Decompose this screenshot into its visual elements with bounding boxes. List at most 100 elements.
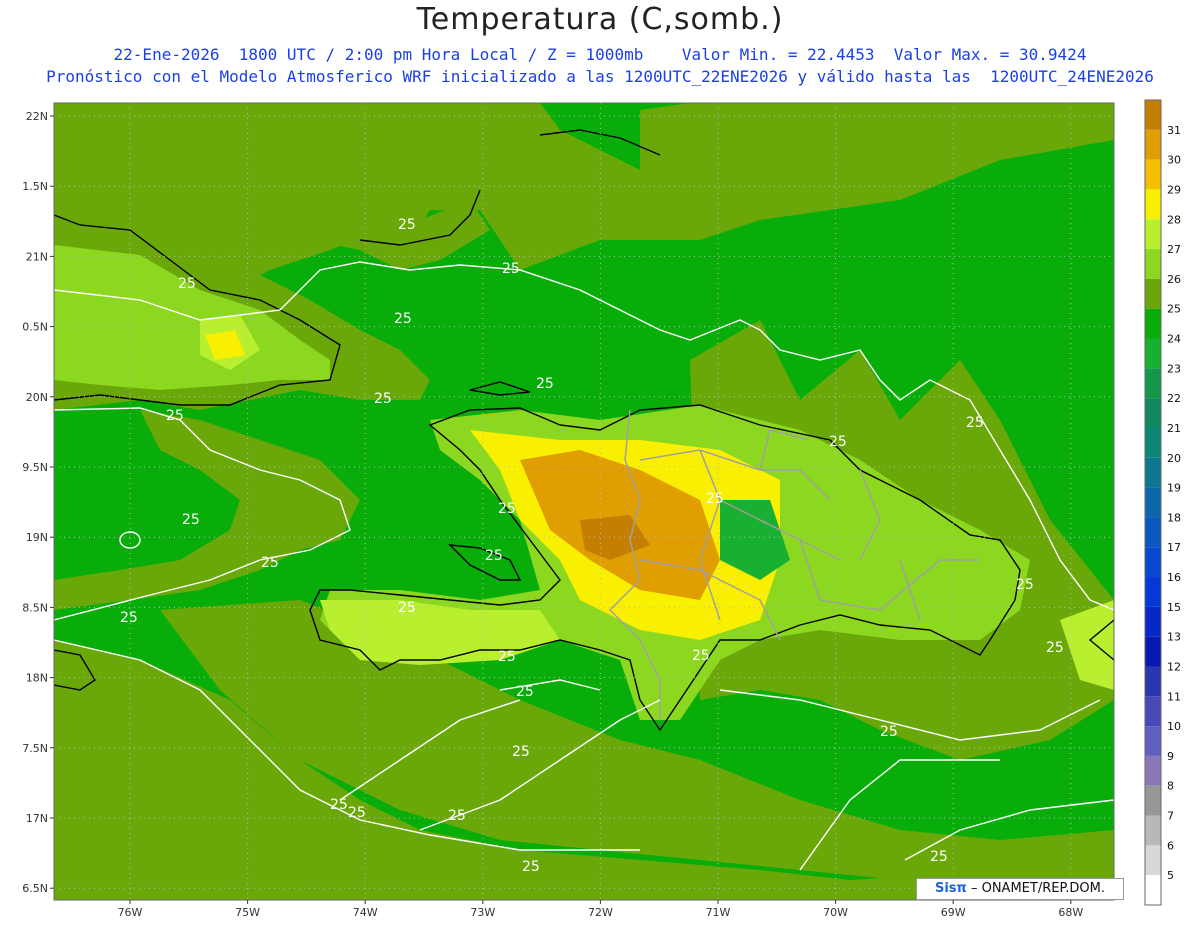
lon-label: 68W xyxy=(1058,906,1083,919)
lat-label: 18N xyxy=(26,672,48,685)
credit-text: – ONAMET/REP.DOM. xyxy=(970,881,1105,896)
lat-label: 17N xyxy=(26,812,48,825)
colorbar-swatch xyxy=(1145,338,1161,369)
colorbar-swatch xyxy=(1145,189,1161,220)
colorbar-swatch xyxy=(1145,100,1161,130)
lon-label: 76W xyxy=(118,906,143,919)
contour-label: 25 xyxy=(120,610,138,626)
colorbar-swatch xyxy=(1145,815,1161,846)
lon-label: 74W xyxy=(353,906,378,919)
lon-label: 72W xyxy=(588,906,613,919)
contour-label: 25 xyxy=(448,808,466,824)
colorbar-swatch xyxy=(1145,517,1161,548)
colorbar-label: 25 xyxy=(1167,303,1181,316)
contour-label: 25 xyxy=(1016,577,1034,593)
colorbar-label: 12 xyxy=(1167,660,1181,673)
lat-label: 21N xyxy=(26,250,48,263)
colorbar-label: 8 xyxy=(1167,780,1174,793)
lon-label: 70W xyxy=(823,906,848,919)
lat-label: 6.5N xyxy=(22,882,48,895)
colorbar-swatch xyxy=(1145,159,1161,190)
lat-label: 0.5N xyxy=(22,321,48,334)
colorbar-swatch xyxy=(1145,606,1161,637)
colorbar-swatch xyxy=(1145,845,1161,876)
colorbar-label: 26 xyxy=(1167,273,1181,286)
contour-label: 25 xyxy=(166,408,184,424)
contour-label: 25 xyxy=(512,744,530,760)
contour-label: 25 xyxy=(374,391,392,407)
colorbar-swatch xyxy=(1145,427,1161,458)
colorbar-label: 23 xyxy=(1167,362,1181,375)
colorbar-label: 18 xyxy=(1167,511,1181,524)
contour-label: 25 xyxy=(178,276,196,292)
colorbar-swatch xyxy=(1145,278,1161,309)
contour-label: 25 xyxy=(485,548,503,564)
colorbar-label: 13 xyxy=(1167,631,1181,644)
contour-label: 25 xyxy=(498,501,516,517)
colorbar-swatch xyxy=(1145,398,1161,428)
colorbar-swatch xyxy=(1145,219,1161,250)
colorbar-label: 7 xyxy=(1167,810,1174,823)
lon-label: 73W xyxy=(470,906,495,919)
colorbar-label: 5 xyxy=(1167,869,1174,882)
lat-label: 19N xyxy=(26,531,48,544)
contour-label: 25 xyxy=(398,600,416,616)
contour-label: 25 xyxy=(880,724,898,740)
contour-label: 25 xyxy=(398,217,416,233)
temperature-map: 25 25 25 25 25 25 25 25 25 25 25 25 25 2… xyxy=(22,99,1181,919)
credit-box: Sisπ – ONAMET/REP.DOM. xyxy=(916,878,1124,900)
contour-label: 25 xyxy=(502,261,520,277)
colorbar-label: 27 xyxy=(1167,243,1181,256)
colorbar-label: 10 xyxy=(1167,720,1181,733)
contour-label: 25 xyxy=(348,805,366,821)
colorbar-swatch xyxy=(1145,547,1161,578)
contour-label: 25 xyxy=(1046,640,1064,656)
colorbar-swatch xyxy=(1145,755,1161,786)
colorbar-label: 17 xyxy=(1167,541,1181,554)
lat-label: 1.5N xyxy=(22,180,48,193)
colorbar-label: 6 xyxy=(1167,839,1174,852)
colorbar-swatch xyxy=(1145,875,1161,905)
lat-label: 9.5N xyxy=(22,461,48,474)
colorbar-swatch xyxy=(1145,457,1161,488)
contour-label: 25 xyxy=(706,491,724,507)
colorbar-label: 15 xyxy=(1167,601,1181,614)
colorbar-swatch xyxy=(1145,696,1161,727)
colorbar-swatch xyxy=(1145,249,1161,279)
colorbar-label: 31 xyxy=(1167,124,1181,137)
lat-label: 7.5N xyxy=(22,742,48,755)
contour-label: 25 xyxy=(516,684,534,700)
colorbar-label: 19 xyxy=(1167,482,1181,495)
contour-label: 25 xyxy=(692,648,710,664)
contour-label: 25 xyxy=(498,649,516,665)
colorbar-swatch xyxy=(1145,785,1161,816)
colorbar-swatch xyxy=(1145,308,1161,339)
contour-label: 25 xyxy=(522,859,540,875)
contour-label: 25 xyxy=(330,797,348,813)
colorbar-label: 16 xyxy=(1167,571,1181,584)
colorbar-label: 21 xyxy=(1167,422,1181,435)
colorbar-label: 11 xyxy=(1167,690,1181,703)
colorbar-swatch xyxy=(1145,487,1161,518)
contour-label: 25 xyxy=(394,311,412,327)
colorbar-swatch xyxy=(1145,129,1161,160)
colorbar-swatch xyxy=(1145,577,1161,607)
lat-label: 22N xyxy=(26,110,48,123)
colorbar-label: 9 xyxy=(1167,750,1174,763)
lat-label: 8.5N xyxy=(22,601,48,614)
colorbar-label: 30 xyxy=(1167,154,1181,167)
colorbar-label: 22 xyxy=(1167,392,1181,405)
colorbar-label: 20 xyxy=(1167,452,1181,465)
contour-label: 25 xyxy=(966,415,984,431)
lat-axis: 22N 1.5N 21N 0.5N 20N 9.5N 19N 8.5N 18N 7.5N 17N 6.… xyxy=(22,110,54,895)
contour-label: 25 xyxy=(536,376,554,392)
lon-label: 75W xyxy=(235,906,260,919)
contour-label: 25 xyxy=(930,849,948,865)
colorbar-swatch xyxy=(1145,636,1161,667)
lon-label: 69W xyxy=(941,906,966,919)
lat-label: 20N xyxy=(26,391,48,404)
contour-label: 25 xyxy=(182,512,200,528)
contour-label: 25 xyxy=(829,434,847,450)
sispi-logo: Sisπ xyxy=(934,881,967,896)
lon-axis: 76W 75W 74W 73W 72W 71W 70W 69W 68W xyxy=(118,900,1083,919)
